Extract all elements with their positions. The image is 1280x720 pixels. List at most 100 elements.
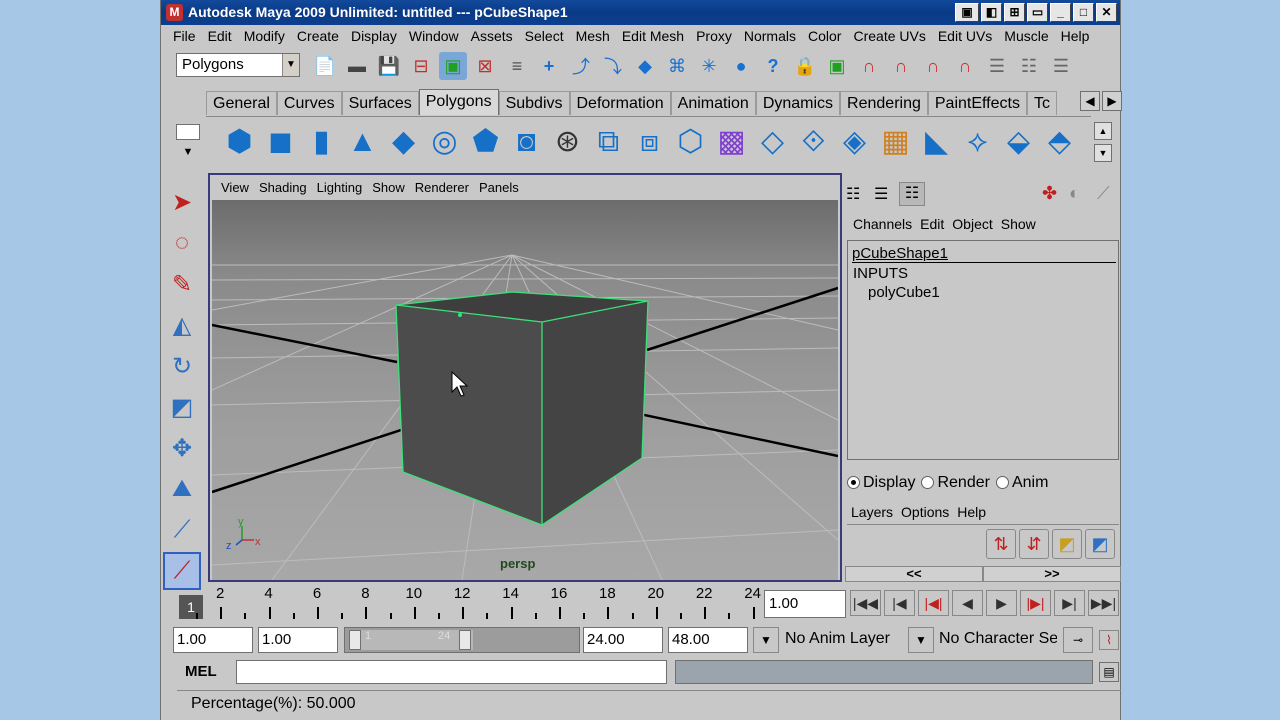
- menu-file[interactable]: File: [167, 28, 202, 44]
- layer-mode-anim[interactable]: Anim: [995, 474, 1048, 492]
- layer-menu-help[interactable]: Help: [953, 504, 990, 520]
- shelf-scroll-down-icon[interactable]: ▼: [1094, 144, 1112, 162]
- character-set-dropdown-icon[interactable]: ▼: [908, 627, 934, 653]
- anim-layer-dropdown-icon[interactable]: ▼: [753, 627, 779, 653]
- bevel-icon[interactable]: ◣: [918, 123, 955, 160]
- render-icon[interactable]: ●: [727, 52, 755, 80]
- menu-mesh[interactable]: Mesh: [570, 28, 616, 44]
- shelf-tab-animation[interactable]: Animation: [670, 91, 756, 115]
- attribute-toggle-icon[interactable]: ◐: [1069, 183, 1080, 204]
- rotate-tool-icon[interactable]: ↻: [163, 347, 201, 385]
- new-layer-selected-icon[interactable]: ◩: [1085, 529, 1115, 559]
- channel-menu-channels[interactable]: Channels: [849, 216, 916, 232]
- menu-normals[interactable]: Normals: [738, 28, 802, 44]
- viewport-menu-panels[interactable]: Panels: [474, 180, 524, 195]
- menu-muscle[interactable]: Muscle: [998, 28, 1054, 44]
- shelf-tab-tc[interactable]: Tc: [1026, 91, 1057, 115]
- poly-torus-icon[interactable]: ◎: [426, 123, 463, 160]
- menu-help[interactable]: Help: [1055, 28, 1096, 44]
- append-polygon-icon[interactable]: ◈: [836, 123, 873, 160]
- layer-mode-display[interactable]: Display: [847, 474, 915, 492]
- tool-settings-icon[interactable]: ☷: [1015, 52, 1043, 80]
- channel-menu-edit[interactable]: Edit: [916, 216, 948, 232]
- step-back-frame-icon[interactable]: |◀: [884, 590, 915, 616]
- menu-edit-mesh[interactable]: Edit Mesh: [616, 28, 690, 44]
- close-button[interactable]: ✕: [1096, 3, 1117, 22]
- animation-preferences-icon[interactable]: ⌇: [1099, 630, 1119, 650]
- lock-icon[interactable]: 🔒: [791, 52, 819, 80]
- poly-pipe-icon[interactable]: ◙: [508, 123, 545, 160]
- step-forward-key-icon[interactable]: |▶|: [1020, 590, 1051, 616]
- minimize-button[interactable]: _: [1050, 3, 1071, 22]
- shelf-tab-painteffects[interactable]: PaintEffects: [927, 91, 1027, 115]
- step-forward-frame-icon[interactable]: ▶|: [1054, 590, 1085, 616]
- play-backward-icon[interactable]: ◀: [952, 590, 983, 616]
- soft-modification-icon[interactable]: ⛰: [163, 470, 201, 508]
- poly-sphere-icon[interactable]: ⬢: [221, 123, 258, 160]
- list-tabs-icon[interactable]: ☷: [899, 182, 925, 206]
- poly-cone-icon[interactable]: ▲: [344, 123, 381, 160]
- plus-icon[interactable]: +: [535, 52, 563, 80]
- poly-cube-icon[interactable]: ◼: [262, 123, 299, 160]
- layout-quad-icon[interactable]: ⊞: [1004, 3, 1025, 22]
- menu-assets[interactable]: Assets: [465, 28, 519, 44]
- attribute-editor-icon[interactable]: ☰: [983, 52, 1011, 80]
- layer-menu-layers[interactable]: Layers: [847, 504, 897, 520]
- maximize-button[interactable]: □: [1073, 3, 1094, 22]
- shelf-tab-curves[interactable]: Curves: [276, 91, 342, 115]
- separate-icon[interactable]: ⧈: [631, 123, 668, 160]
- move-tool-icon[interactable]: ◭: [163, 306, 201, 344]
- snap-grid-icon[interactable]: ≡: [503, 52, 531, 80]
- shelf-tab-rendering[interactable]: Rendering: [840, 91, 928, 115]
- select-object-icon[interactable]: ▣: [439, 52, 467, 80]
- channel-menu-show[interactable]: Show: [997, 216, 1040, 232]
- go-to-start-icon[interactable]: |◀◀: [850, 590, 881, 616]
- poly-pyramid-icon[interactable]: ⬟: [467, 123, 504, 160]
- paint-select-tool-icon[interactable]: ✎: [163, 265, 201, 303]
- open-scene-icon[interactable]: ▬: [343, 52, 371, 80]
- scale-tool-icon[interactable]: ◩: [163, 388, 201, 426]
- animation-end-field[interactable]: 48.00: [668, 627, 748, 653]
- channel-menu-object[interactable]: Object: [948, 216, 996, 232]
- sculpt-icon[interactable]: ⬘: [1041, 123, 1078, 160]
- script-editor-icon[interactable]: ▤: [1099, 662, 1119, 682]
- range-slider[interactable]: 1 24: [344, 627, 580, 653]
- key-icon[interactable]: ⊸: [1063, 627, 1093, 653]
- menu-create-uvs[interactable]: Create UVs: [847, 28, 931, 44]
- menu-create[interactable]: Create: [291, 28, 345, 44]
- layout-split-icon[interactable]: ◧: [981, 3, 1002, 22]
- menu-edit[interactable]: Edit: [202, 28, 238, 44]
- channel-box-icon[interactable]: ☰: [1047, 52, 1075, 80]
- shelf-scroll-right-icon[interactable]: ▶: [1102, 91, 1122, 111]
- snap-point-icon[interactable]: ⤵: [599, 52, 627, 80]
- radio-button[interactable]: [921, 476, 935, 490]
- perspective-viewport[interactable]: y x z persp: [212, 200, 838, 580]
- range-start-handle[interactable]: [349, 630, 361, 650]
- shelf-scroll-left-icon[interactable]: ◀: [1080, 91, 1100, 111]
- menu-select[interactable]: Select: [519, 28, 570, 44]
- menu-proxy[interactable]: Proxy: [690, 28, 738, 44]
- step-back-key-icon[interactable]: |◀|: [918, 590, 949, 616]
- channel-box-toggle-icon[interactable]: ✤: [1042, 183, 1057, 204]
- snap-view-plane-icon[interactable]: ◆: [631, 52, 659, 80]
- tool-settings-toggle-icon[interactable]: ⟋: [1097, 183, 1110, 204]
- smooth-icon[interactable]: ▩: [713, 123, 750, 160]
- layer-menu-options[interactable]: Options: [897, 504, 953, 520]
- playback-start-field[interactable]: 1.00: [258, 627, 338, 653]
- insert-edge-loop-icon[interactable]: ⬙: [1000, 123, 1037, 160]
- poly-plane-icon[interactable]: ◆: [385, 123, 422, 160]
- viewport-menu-lighting[interactable]: Lighting: [312, 180, 368, 195]
- maya-app-icon[interactable]: M: [166, 4, 183, 21]
- current-frame-marker[interactable]: 1: [179, 595, 203, 619]
- go-to-end-icon[interactable]: ▶▶|: [1088, 590, 1119, 616]
- uv-editor-icon[interactable]: ▦: [877, 123, 914, 160]
- menu-window[interactable]: Window: [403, 28, 465, 44]
- character-set-value[interactable]: No Character Se: [939, 630, 1057, 648]
- help-icon[interactable]: ?: [759, 52, 787, 80]
- lasso-tool-icon[interactable]: ◌: [163, 224, 201, 262]
- viewport-menu-shading[interactable]: Shading: [254, 180, 312, 195]
- input-node[interactable]: polyCube1: [868, 284, 940, 301]
- viewport-menu-view[interactable]: View: [216, 180, 254, 195]
- split-polygon-icon[interactable]: ⟡: [959, 123, 996, 160]
- snap-magnet-icon[interactable]: ∩: [887, 52, 915, 80]
